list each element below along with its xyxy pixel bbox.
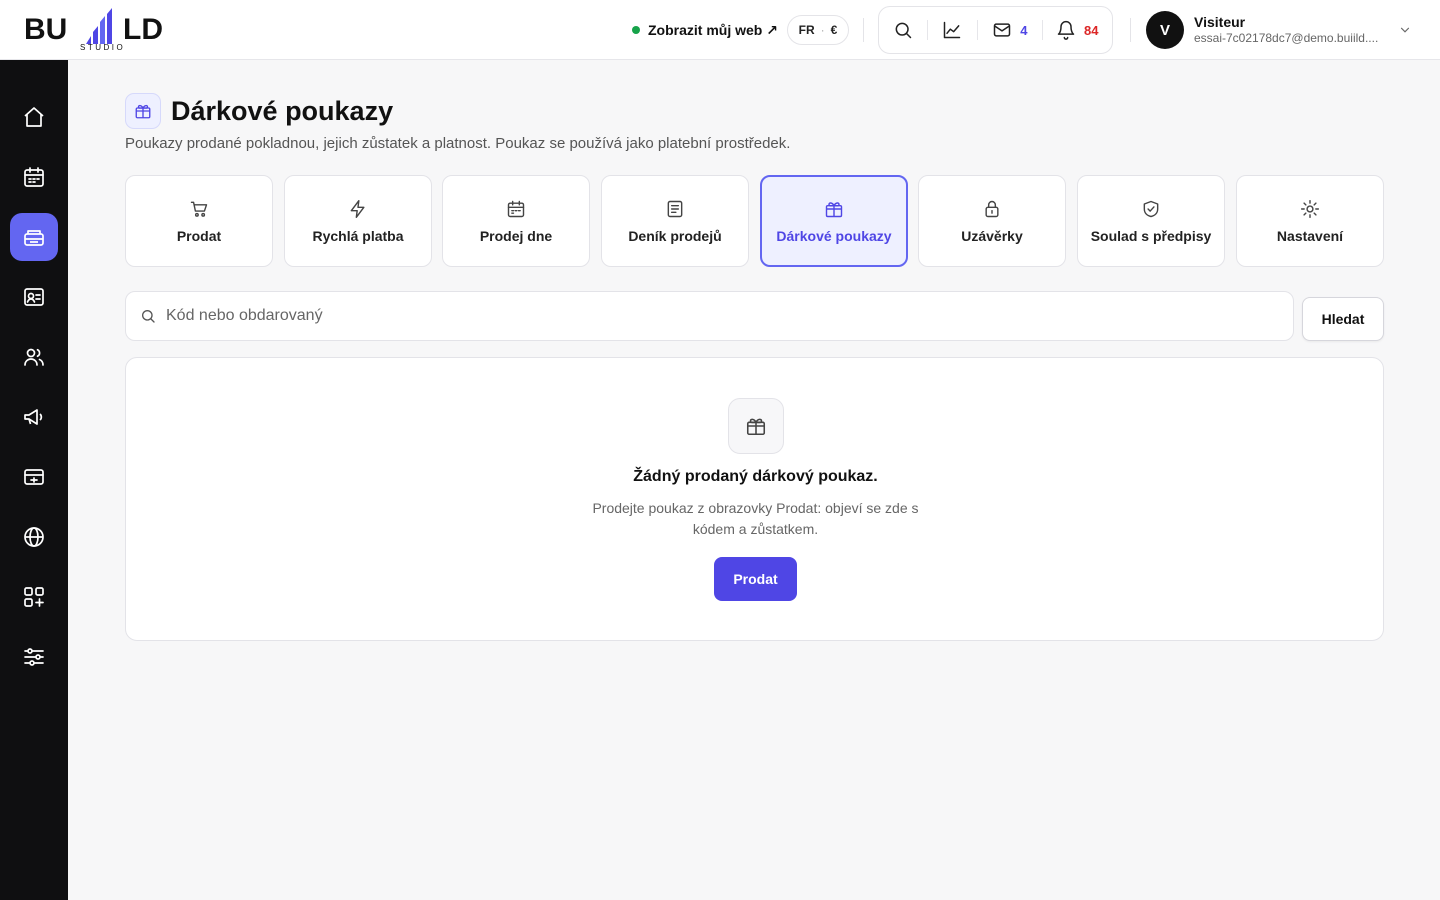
register-icon bbox=[24, 230, 44, 246]
currency-symbol: € bbox=[830, 23, 838, 37]
tab-label: Rychlá platba bbox=[312, 227, 404, 244]
tab-rychla-platba[interactable]: Rychlá platba bbox=[284, 175, 432, 267]
search-icon bbox=[895, 22, 912, 39]
view-site-label: Zobrazit můj web ↗ bbox=[648, 21, 778, 38]
gift-icon bbox=[135, 104, 151, 119]
search-input[interactable] bbox=[166, 307, 1266, 325]
tab-label: Prodej dne bbox=[479, 227, 553, 244]
mail-icon bbox=[994, 23, 1011, 37]
card-icon bbox=[24, 469, 44, 485]
tab-prodej-dne[interactable]: Prodej dne bbox=[442, 175, 590, 267]
voucher-search bbox=[125, 291, 1294, 341]
sidebar-item-marketing[interactable] bbox=[10, 393, 58, 441]
user-menu[interactable]: V Visiteur essai-7c02178dc7@demo.buiild.… bbox=[1146, 10, 1416, 50]
tab-label: Nastavení bbox=[1276, 227, 1344, 244]
gift-icon bbox=[825, 201, 843, 217]
tab-uzaverky[interactable]: Uzávěrky bbox=[918, 175, 1066, 267]
language-code: FR bbox=[798, 23, 815, 37]
sell-voucher-button[interactable]: Prodat bbox=[714, 557, 797, 601]
lang-separator: · bbox=[820, 23, 825, 37]
tab-label: Soulad s předpisy bbox=[1090, 227, 1212, 244]
header-tools: 4 84 bbox=[878, 6, 1113, 54]
empty-state-card: Žádný prodaný dárkový poukaz. Prodejte p… bbox=[125, 357, 1384, 641]
notifications-button[interactable]: 84 bbox=[1043, 6, 1112, 54]
apps-icon bbox=[24, 587, 44, 607]
sidebar-item-payments[interactable] bbox=[10, 453, 58, 501]
tab-label: Dárkové poukazy bbox=[776, 227, 892, 244]
stats-button[interactable] bbox=[928, 6, 978, 54]
language-currency-selector[interactable]: FR · € bbox=[787, 15, 849, 45]
online-status-dot bbox=[632, 26, 640, 34]
shield-check-icon bbox=[1143, 200, 1159, 217]
search-button[interactable] bbox=[879, 6, 927, 54]
bolt-icon bbox=[350, 199, 365, 218]
calendar-icon bbox=[507, 200, 525, 217]
page-title: Dárkové poukazy bbox=[171, 96, 394, 126]
empty-state-title: Žádný prodaný dárkový poukaz. bbox=[633, 468, 878, 485]
search-submit-button[interactable]: Hledat bbox=[1302, 297, 1384, 341]
globe-icon bbox=[24, 527, 44, 547]
mail-count: 4 bbox=[1020, 22, 1028, 38]
sidebar-item-contacts[interactable] bbox=[10, 273, 58, 321]
sidebar-item-users[interactable] bbox=[10, 333, 58, 381]
notification-count: 84 bbox=[1084, 22, 1099, 38]
user-name: Visiteur bbox=[1194, 14, 1246, 30]
sidebar bbox=[0, 60, 68, 900]
page-gift-icon-box bbox=[125, 93, 161, 129]
sidebar-item-calendar[interactable] bbox=[10, 153, 58, 201]
empty-state-icon-box bbox=[728, 398, 784, 454]
sidebar-item-cash-register[interactable] bbox=[10, 213, 58, 261]
cart-icon bbox=[190, 201, 208, 217]
sliders-icon bbox=[24, 648, 44, 666]
gift-icon bbox=[746, 418, 766, 436]
messages-button[interactable]: 4 bbox=[978, 6, 1041, 54]
sidebar-item-settings[interactable] bbox=[10, 633, 58, 681]
tab-denik-prodeju[interactable]: Deník prodejů bbox=[601, 175, 749, 267]
tab-nastaveni[interactable]: Nastavení bbox=[1236, 175, 1384, 267]
tab-label: Deník prodejů bbox=[628, 227, 722, 244]
users-icon bbox=[24, 348, 44, 366]
bell-icon bbox=[1057, 20, 1075, 40]
brand-logo[interactable]: BU LD STUDIO bbox=[24, 8, 184, 52]
sidebar-item-website[interactable] bbox=[10, 513, 58, 561]
page-subtitle: Poukazy prodané pokladnou, jejich zůstat… bbox=[125, 135, 791, 152]
tab-soulad-s-predpisy[interactable]: Soulad s předpisy bbox=[1077, 175, 1225, 267]
chevron-down-icon bbox=[1400, 27, 1410, 33]
megaphone-icon bbox=[24, 409, 43, 425]
avatar: V bbox=[1146, 11, 1184, 49]
id-card-icon bbox=[24, 288, 44, 306]
logo-text-right: LD bbox=[123, 13, 163, 46]
tab-prodat[interactable]: Prodat bbox=[125, 175, 273, 267]
home-icon bbox=[24, 107, 44, 127]
sun-gear-icon bbox=[1300, 199, 1320, 218]
tab-label: Prodat bbox=[176, 227, 222, 244]
search-icon bbox=[142, 310, 155, 323]
journal-icon bbox=[667, 200, 683, 217]
user-info: Visiteur essai-7c02178dc7@demo.buiild...… bbox=[1194, 14, 1386, 46]
calendar-icon bbox=[24, 167, 44, 187]
view-site-link[interactable]: Zobrazit můj web ↗ bbox=[632, 19, 778, 41]
lock-icon bbox=[985, 200, 999, 217]
logo-sub: STUDIO bbox=[80, 43, 125, 52]
chart-line-icon bbox=[944, 21, 961, 39]
top-bar: BU LD STUDIO Zobrazit můj web ↗ FR · € 4 bbox=[0, 0, 1440, 60]
header-divider bbox=[1130, 18, 1131, 42]
user-email: essai-7c02178dc7@demo.buiild.... bbox=[1194, 31, 1379, 45]
tab-label: Uzávěrky bbox=[961, 227, 1023, 244]
empty-state-description: Prodejte poukaz z obrazovky Prodat: obje… bbox=[592, 500, 919, 537]
header-divider bbox=[863, 18, 864, 42]
sidebar-item-apps[interactable] bbox=[10, 573, 58, 621]
pos-tabs: Prodat Rychlá platba Prodej dne Deník pr… bbox=[125, 175, 1384, 267]
tab-darkove-poukazy[interactable]: Dárkové poukazy bbox=[760, 175, 908, 267]
logo-text-left: BU bbox=[24, 13, 67, 46]
sidebar-item-home[interactable] bbox=[10, 93, 58, 141]
